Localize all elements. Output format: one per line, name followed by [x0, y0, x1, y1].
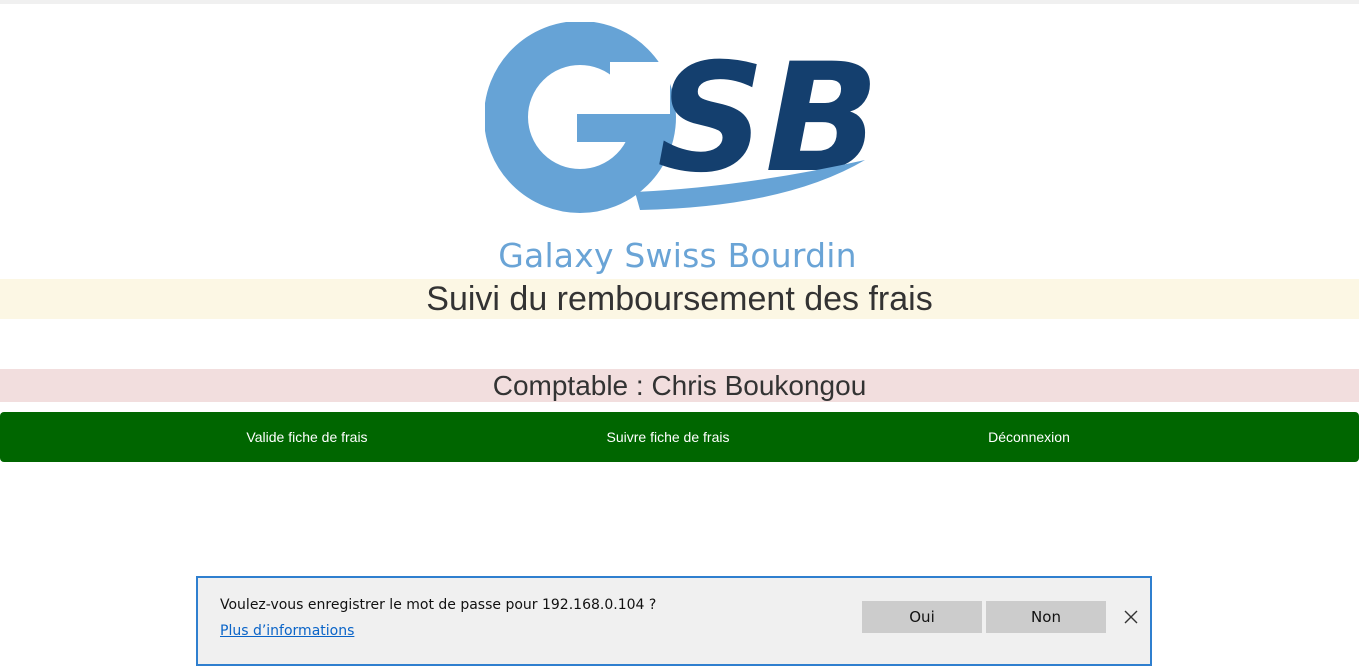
- nav-suivre-fiche[interactable]: Suivre fiche de frais: [568, 412, 768, 462]
- gsb-logo: SB Galaxy Swiss Bourdin: [484, 21, 879, 275]
- page-title: Suivi du remboursement des frais: [0, 279, 1359, 319]
- no-button[interactable]: Non: [986, 601, 1106, 633]
- yes-button[interactable]: Oui: [862, 601, 982, 633]
- more-info-link[interactable]: Plus d’informations: [220, 623, 354, 639]
- prompt-message: Voulez-vous enregistrer le mot de passe …: [220, 597, 657, 613]
- nav-deconnexion[interactable]: Déconnexion: [929, 412, 1129, 462]
- gsb-logo-graphic: SB: [484, 21, 879, 213]
- save-password-prompt: Voulez-vous enregistrer le mot de passe …: [196, 576, 1152, 666]
- browser-top-strip: [0, 0, 1359, 4]
- logo-tagline: Galaxy Swiss Bourdin: [498, 236, 857, 275]
- user-role-banner: Comptable : Chris Boukongou: [0, 369, 1359, 402]
- main-navbar: Valide fiche de frais Suivre fiche de fr…: [0, 412, 1359, 462]
- nav-valide-fiche[interactable]: Valide fiche de frais: [207, 412, 407, 462]
- close-icon[interactable]: [1122, 608, 1140, 626]
